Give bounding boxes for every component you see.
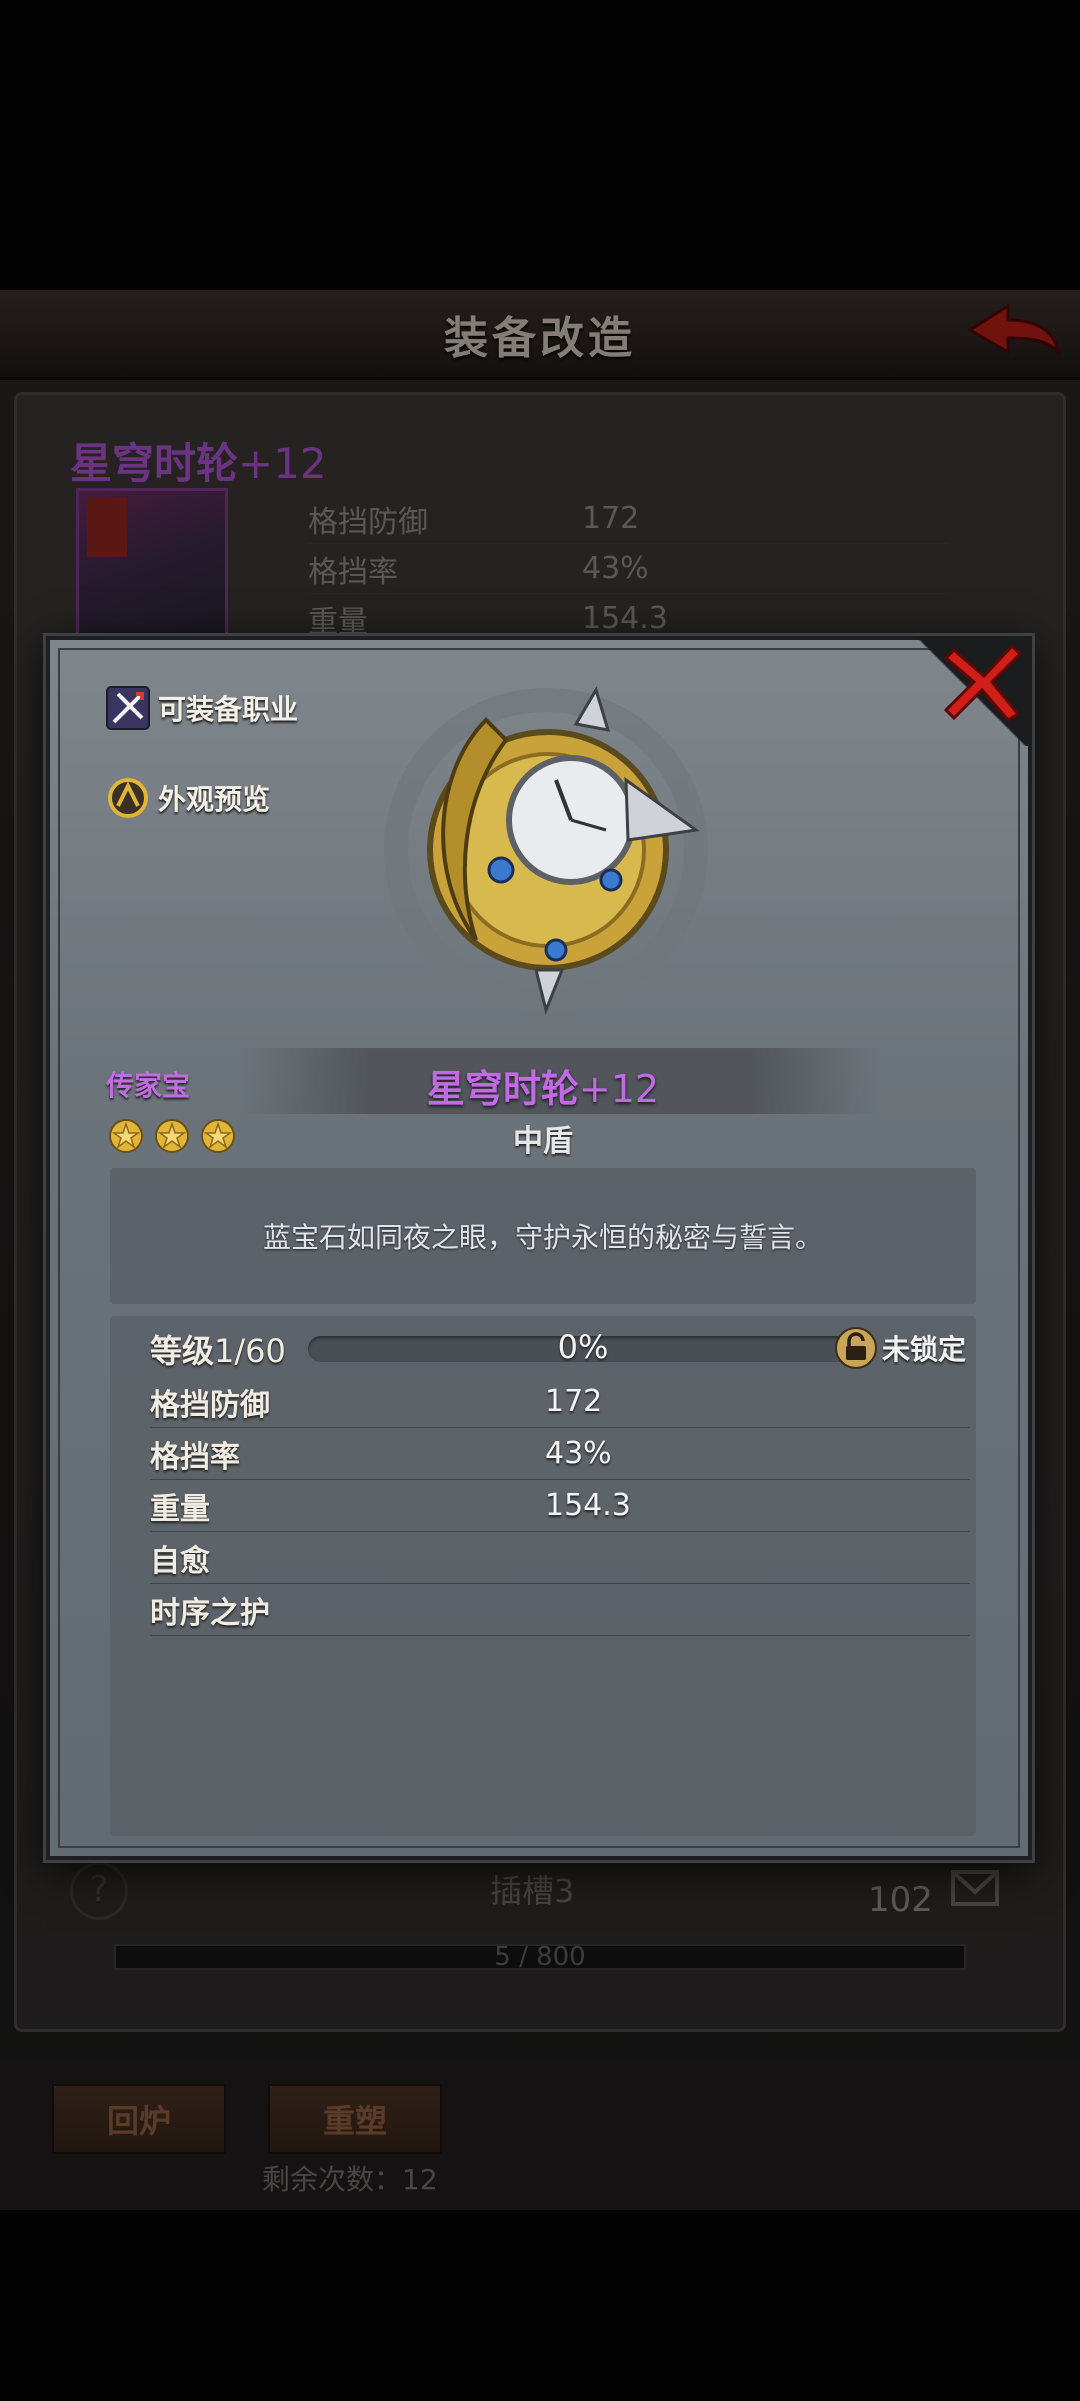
stat-row: 时序之护 xyxy=(150,1584,970,1636)
item-description: 蓝宝石如同夜之眼，守护永恒的秘密与誓言。 xyxy=(262,1221,823,1254)
stat-value: 43% xyxy=(545,1436,612,1471)
description-box: 蓝宝石如同夜之眼，守护永恒的秘密与誓言。 xyxy=(110,1168,976,1304)
stat-row: 格挡防御 172 xyxy=(150,1376,970,1428)
stat-value: 172 xyxy=(545,1384,603,1419)
stat-row: 重量 154.3 xyxy=(150,1480,970,1532)
lock-icon xyxy=(835,1327,877,1369)
stat-label: 时序之护 xyxy=(150,1595,270,1631)
stat-row: 自愈 xyxy=(150,1532,970,1584)
stats-box: 等级1/60 0% 未锁定 格挡防御 172 格挡率 43% 重量 154.3 … xyxy=(110,1316,976,1836)
lock-toggle[interactable]: 未锁定 xyxy=(834,1326,966,1370)
star-icon xyxy=(155,1119,189,1153)
star-rating xyxy=(108,1118,236,1154)
appearance-icon xyxy=(106,776,150,820)
item-detail-modal: 可装备职业 外观预览 传家宝 星穹时轮+12 中盾 蓝宝石如同夜之眼，守护永恒的… xyxy=(46,636,1032,1860)
stat-row: 格挡率 43% xyxy=(150,1428,970,1480)
equip-class-link[interactable]: 可装备职业 xyxy=(106,686,298,730)
item-name: 星穹时轮+12 xyxy=(426,1067,660,1111)
star-icon xyxy=(201,1119,235,1153)
stat-value: 154.3 xyxy=(545,1488,631,1523)
appearance-preview-link[interactable]: 外观预览 xyxy=(106,776,270,820)
equip-class-icon xyxy=(106,686,150,730)
star-icon xyxy=(109,1119,143,1153)
level-progress-text: 0% xyxy=(557,1328,609,1366)
stat-label: 重量 xyxy=(150,1491,210,1527)
level-label: 等级1/60 xyxy=(150,1332,286,1370)
item-artwork xyxy=(384,686,708,1015)
stat-label: 自愈 xyxy=(150,1543,210,1579)
stat-list: 格挡防御 172 格挡率 43% 重量 154.3 自愈 时序之护 xyxy=(150,1376,970,1636)
stat-label: 格挡率 xyxy=(150,1439,240,1475)
stat-label: 格挡防御 xyxy=(150,1387,270,1423)
close-icon[interactable] xyxy=(940,640,1026,726)
